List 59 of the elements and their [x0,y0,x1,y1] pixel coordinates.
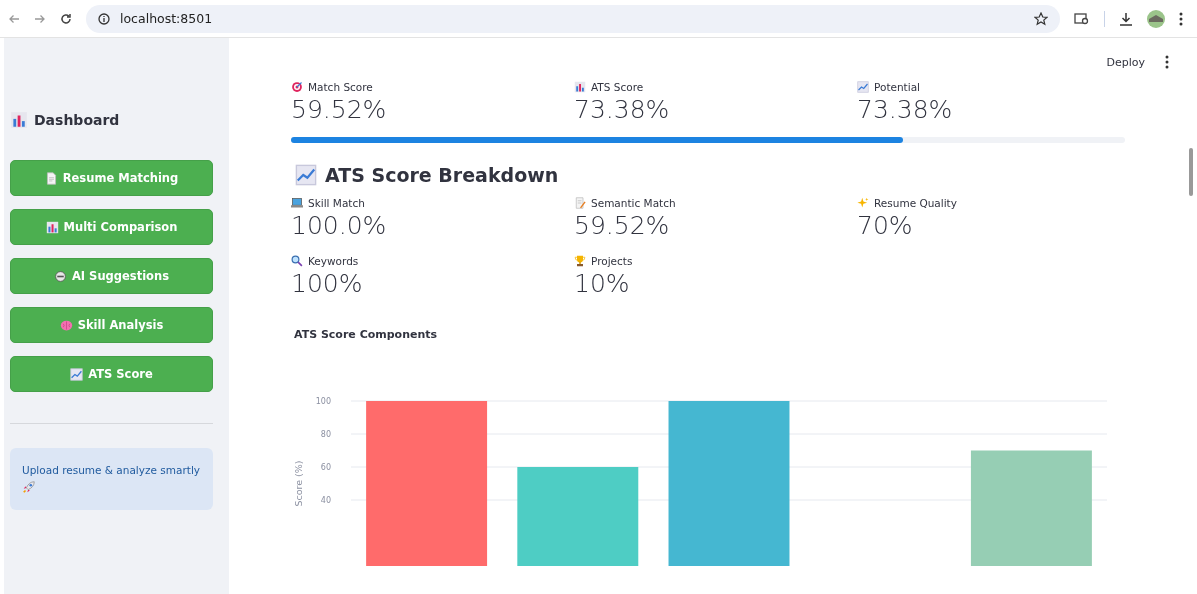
metric-label: Match Score [308,81,373,93]
back-icon[interactable] [8,13,20,24]
metric-label: Resume Quality [874,197,957,209]
metric-value: 73.38% [857,94,954,126]
nav-button[interactable]: AI Suggestions [10,258,213,294]
metric-value: 70% [857,210,914,242]
nav-button[interactable]: Multi Comparison [10,209,213,245]
sidebar-title: Dashboard [34,112,120,128]
trophy-icon [574,255,586,267]
metric-value: 73.38% [574,94,671,126]
scrollbar[interactable] [1189,148,1193,196]
metric-label: Potential [874,81,920,93]
url-text: localhost:8501 [120,11,213,26]
download-icon[interactable] [1119,11,1133,26]
magnifier-icon [291,255,303,267]
sparkles-icon [857,197,869,209]
line-chart-icon [295,164,317,186]
bar-chart-icon [10,111,28,129]
metric-label: ATS Score [591,81,644,93]
axis-tick: 60 [320,463,331,472]
section-heading: ATS Score Breakdown [325,164,559,186]
axis-tick: 80 [320,430,331,439]
reload-icon[interactable] [60,12,72,25]
circle-icon [53,269,67,283]
memo-icon [574,197,586,209]
nav-button[interactable]: ATS Score [10,356,213,392]
metric-value: 10% [574,268,631,300]
metric-value: 59.52% [574,210,671,242]
info-text: Upload resume & analyze smartly [22,464,200,476]
laptop-icon [291,197,303,209]
avatar-icon[interactable] [1147,9,1165,28]
metric-label: Projects [591,255,633,267]
deploy-button[interactable]: Deploy [1106,55,1145,69]
axis-label: Score (%) [293,460,304,507]
address-bar[interactable]: localhost:8501 [86,4,1060,33]
chart-title: ATS Score Components [294,328,439,341]
metric-label: Semantic Match [591,197,676,209]
star-icon[interactable] [1034,11,1048,26]
menu-icon[interactable] [1165,55,1169,69]
axis-tick: 100 [315,397,331,406]
metric-label: Keywords [308,255,359,267]
nav-button[interactable]: Resume Matching [10,160,213,196]
line-chart-icon [857,81,869,93]
nav-button[interactable]: Skill Analysis [10,307,213,343]
menu-icon[interactable] [1179,11,1183,26]
metric-label: Skill Match [308,197,365,209]
metric-value: 100.0% [291,210,388,242]
metric-value: 100% [291,268,364,300]
document-icon [44,171,58,185]
forward-icon[interactable] [34,13,46,24]
axis-tick: 40 [320,496,331,505]
rocket-icon [22,479,36,494]
metric-value: 59.52% [291,94,388,126]
bar-chart-icon [574,81,586,93]
info-icon [98,12,110,25]
brain-icon [59,318,73,332]
line-chart-icon [70,367,84,381]
bar-chart-icon [45,220,59,234]
target-icon [291,81,303,93]
